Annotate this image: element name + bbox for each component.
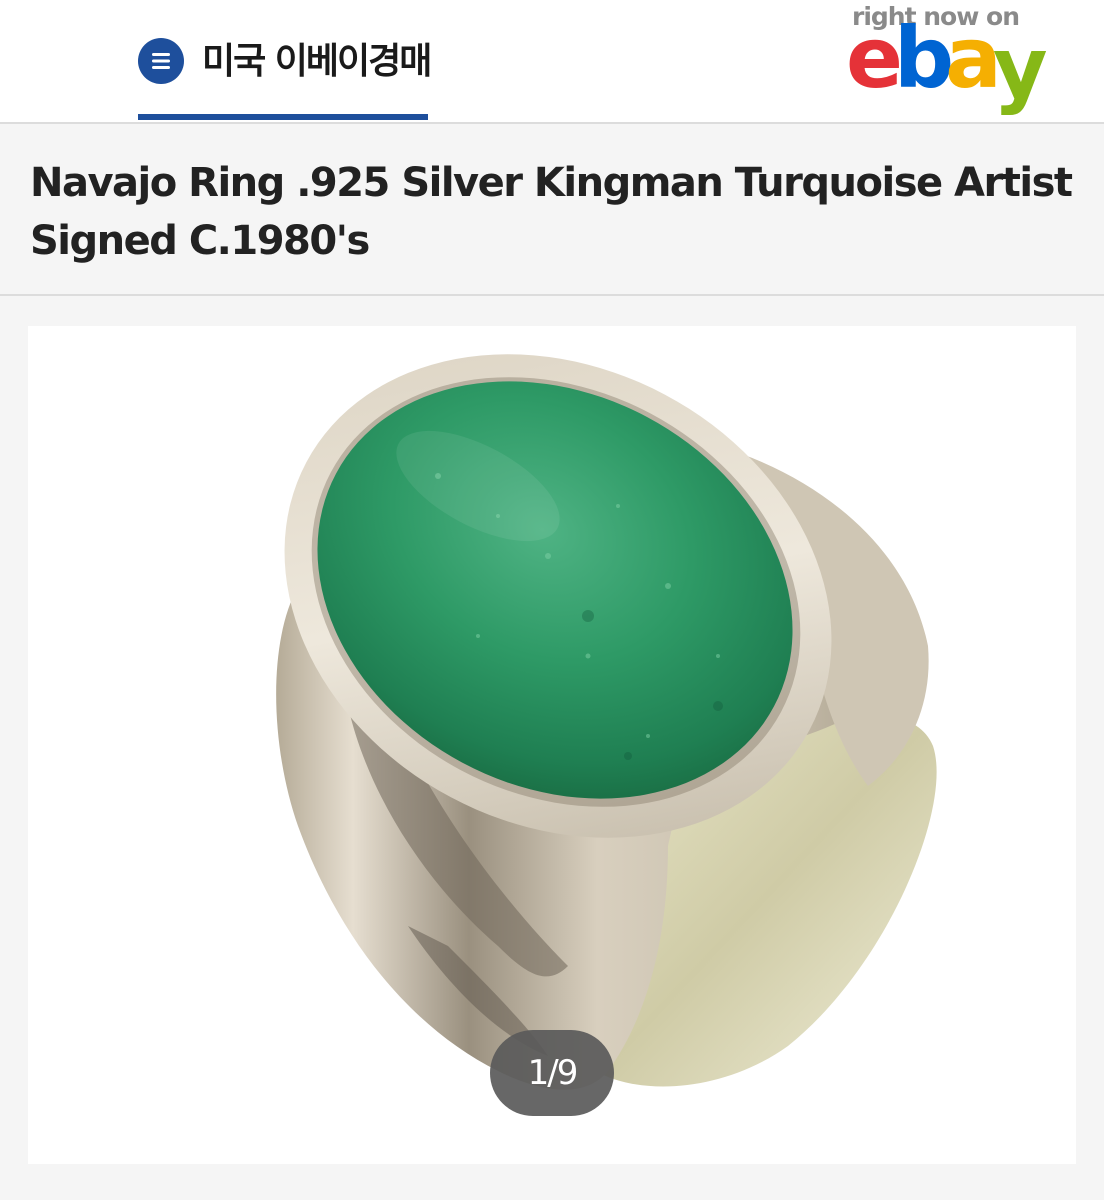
menu-icon — [152, 53, 170, 69]
app-header: 미국 이베이경매 right now on ebay — [0, 0, 1104, 124]
ebay-wordmark: ebay — [846, 9, 1048, 110]
ebay-letter-b: b — [893, 9, 954, 107]
image-counter: 1/9 — [490, 1030, 614, 1116]
ebay-logo[interactable]: right now on ebay — [846, 0, 1056, 118]
listing-title: Navajo Ring .925 Silver Kingman Turquois… — [30, 160, 1073, 264]
ebay-letter-y: y — [992, 19, 1048, 117]
menu-button[interactable] — [138, 38, 184, 84]
product-image-gallery[interactable]: 1/9 — [28, 326, 1076, 1164]
nav-tab-ebay-auction[interactable]: 미국 이베이경매 — [138, 30, 432, 120]
title-bar: Navajo Ring .925 Silver Kingman Turquois… — [0, 126, 1104, 296]
nav-label: 미국 이베이경매 — [202, 41, 432, 82]
ebay-letter-a: a — [945, 9, 1002, 107]
ebay-letter-e: e — [846, 9, 903, 107]
